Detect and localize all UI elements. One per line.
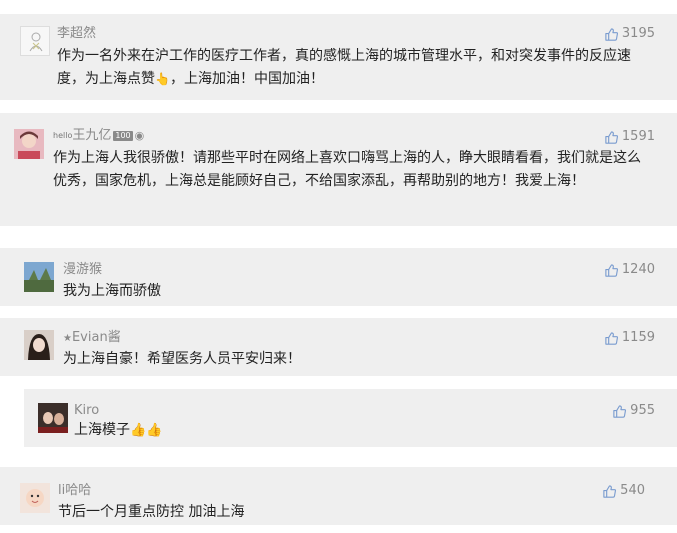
like-button[interactable]: 955 — [612, 403, 655, 419]
pointing-hand-icon: 👆 — [155, 72, 170, 86]
thumbs-up-emoji-icon: 👍👍 — [130, 423, 163, 438]
username[interactable]: 李超然 — [57, 26, 96, 42]
comment-card: ★Evian酱 1159 为上海自豪！希望医务人员平安归来！ — [0, 318, 677, 376]
username[interactable]: Kiro — [74, 403, 99, 419]
thumbs-up-icon — [612, 404, 627, 419]
like-count: 1240 — [621, 262, 655, 277]
thumbs-up-icon — [604, 331, 619, 346]
comment-card: Kiro 955 上海模子👍👍 — [24, 389, 677, 447]
like-button[interactable]: 1591 — [604, 129, 655, 145]
like-count: 1159 — [621, 330, 655, 345]
thumbs-up-icon — [602, 484, 617, 499]
comment-card: hello王九亿 100 ◉ 1591 作为上海人我很骄傲！请那些平时在网络上喜欢口… — [0, 113, 677, 226]
like-count: 955 — [630, 403, 655, 418]
thumbs-up-icon — [604, 130, 619, 145]
thumbs-up-icon — [604, 27, 619, 42]
user-tag-icon: ★ — [63, 333, 72, 344]
coin-icon: ◉ — [134, 129, 145, 142]
like-button[interactable]: 1240 — [604, 262, 655, 278]
like-count: 3195 — [621, 26, 655, 41]
comment-card: 李超然 3195 作为一名外来在沪工作的医疗工作者，真的感慨上海的城市管理水平，… — [0, 14, 677, 100]
username[interactable]: 漫游猴 — [63, 262, 102, 278]
level-badge: 100 — [113, 130, 133, 141]
avatar[interactable] — [24, 330, 54, 360]
avatar[interactable] — [20, 483, 50, 513]
like-count: 1591 — [621, 129, 655, 144]
avatar[interactable] — [38, 403, 68, 433]
avatar[interactable] — [14, 129, 44, 159]
comment-text: 作为上海人我很骄傲！请那些平时在网络上喜欢口嗨骂上海的人，睁大眼睛看看，我们就是… — [53, 150, 641, 189]
username[interactable]: hello王九亿 100 ◉ — [53, 128, 144, 144]
like-button[interactable]: 540 — [602, 483, 645, 499]
like-count: 540 — [620, 483, 645, 498]
like-button[interactable]: 3195 — [604, 26, 655, 42]
comment-text: 上海模子👍👍 — [74, 422, 163, 438]
avatar[interactable] — [20, 26, 50, 56]
comment-text: 作为一名外来在沪工作的医疗工作者，真的感慨上海的城市管理水平，和对突发事件的反应… — [57, 45, 657, 91]
comment-text: 为上海自豪！希望医务人员平安归来！ — [63, 351, 301, 367]
username[interactable]: li哈哈 — [58, 483, 91, 499]
avatar[interactable] — [24, 262, 54, 292]
thumbs-up-icon — [604, 263, 619, 278]
username[interactable]: ★Evian酱 — [63, 330, 121, 347]
comment-card: 漫游猴 1240 我为上海而骄傲 — [0, 248, 677, 306]
like-button[interactable]: 1159 — [604, 330, 655, 346]
comment-text: 节后一个月重点防控 加油上海 — [58, 504, 245, 520]
comment-card: li哈哈 540 节后一个月重点防控 加油上海 — [0, 467, 677, 525]
comment-text: 我为上海而骄傲 — [63, 283, 161, 299]
